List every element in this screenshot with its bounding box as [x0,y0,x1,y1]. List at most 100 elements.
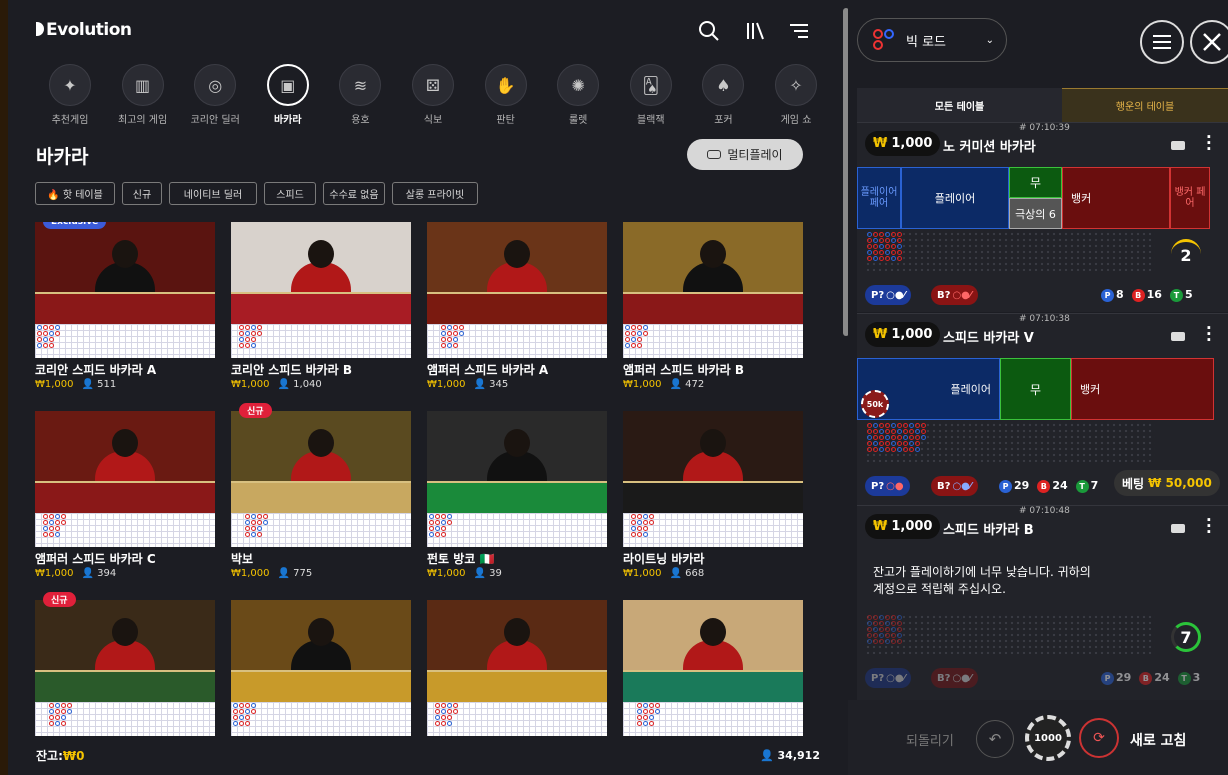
road-mark [49,331,54,336]
road-mark [867,423,872,428]
close-icon [1203,33,1221,51]
game-tile[interactable]: 라이트닝 바카라 ₩1,000 👤 668 [623,411,803,581]
close-button[interactable] [1190,20,1228,64]
banker-spot[interactable]: 뱅커 [1071,358,1214,420]
filter-button[interactable]: 🔥 핫 테이블 [35,182,115,205]
tab-all-tables[interactable]: 모든 테이블 [857,88,1062,122]
table-card[interactable]: # 07:10:39 ₩1,000 노 커미션 바카라 · · · 플레이어 페어 … [857,122,1228,312]
game-tile[interactable]: 코리안 스피드 바카라 B ₩1,000 👤 1,040 [231,222,411,392]
banker-pair-spot[interactable]: 뱅커 페어 [1170,167,1210,229]
road-mark [873,244,878,249]
refresh-button[interactable]: ⟳ [1079,718,1119,758]
category-dragon[interactable]: ≋ 용호 [324,64,396,126]
road-mark [55,715,60,720]
road-mark [55,709,60,714]
road-mark [637,709,642,714]
banker-predict[interactable]: B? ○●⁄ [931,285,978,305]
road-mark [49,325,54,330]
road-mark [435,514,440,519]
camera-icon[interactable] [1171,524,1185,533]
game-tile[interactable]: 펀토 방코 🇮🇹 ₩1,000 👤 39 [427,411,607,581]
road-mark [885,633,890,638]
tie-spot[interactable]: 무 [1009,167,1062,198]
dealer-head [308,240,334,268]
category-podium[interactable]: ▥ 최고의 게임 [107,64,179,126]
multiplay-button[interactable]: 멀티플레이 [687,139,803,170]
road-mark [885,639,890,644]
category-roulette[interactable]: ✺ 룰렛 [542,64,614,126]
game-tile[interactable]: 신규 박보 ₩1,000 👤 775 [231,403,411,581]
road-mark [631,337,636,342]
road-mark [873,441,878,446]
road-mark [61,703,66,708]
road-mark [55,703,60,708]
search-icon[interactable] [698,20,720,42]
category-dice[interactable]: ⚄ 식보 [397,64,469,126]
game-tile[interactable]: 앰퍼러 스피드 바카라 C ₩1,000 👤 394 [35,411,215,581]
game-table-felt [427,481,607,513]
menu-list-icon[interactable] [788,20,810,42]
banker-spot[interactable]: 뱅커 [1062,167,1170,229]
player-spot[interactable]: 플레이어 [901,167,1009,229]
game-thumbnail [231,222,411,324]
road-mark [897,423,902,428]
filter-button[interactable]: 신규 [122,182,162,205]
tie-spot[interactable]: 무 [1000,358,1071,420]
game-name: 박보 [231,552,254,566]
game-tile[interactable] [427,600,607,742]
road-mark [55,721,60,726]
road-mark [631,514,636,519]
menu-button[interactable] [1140,20,1184,64]
more-icon[interactable]: · · · [1206,321,1212,348]
filter-button[interactable]: 살롱 프라이빗 [392,182,478,205]
game-thumbnail [623,222,803,324]
game-thumbnail [427,600,607,702]
countdown: 7 [1171,622,1201,652]
more-icon[interactable]: · · · [1206,513,1212,540]
filter-button[interactable]: 네이티브 딜러 [169,182,257,205]
category-cards[interactable]: 🂡 블랙잭 [615,64,687,126]
player-predict[interactable]: P? ○● [865,476,910,496]
game-table-felt [427,292,607,324]
undo-button[interactable]: ↶ [976,720,1014,758]
road-mark [459,325,464,330]
game-tile[interactable]: 신규 [35,592,215,742]
game-tile[interactable]: 앰퍼러 스피드 바카라 B ₩1,000 👤 472 [623,222,803,392]
category-roulette-chip[interactable]: ◎ 코리안 딜러 [179,64,251,126]
road-mark [897,615,902,620]
road-mark [637,526,642,531]
camera-icon[interactable] [1171,141,1185,150]
tab-lucky-tables[interactable]: 행운의 테이블 [1062,88,1228,122]
road-mark [885,429,890,434]
road-mark [453,709,458,714]
game-tile[interactable]: Exclusive 코리안 스피드 바카라 A ₩1,000👤 511 [35,222,215,392]
road-mark [643,520,648,525]
category-sparkle[interactable]: ✦ 추천게임 [34,64,106,126]
chip-selector[interactable]: 1000 [1025,715,1071,761]
filter-button[interactable]: 스피드 [264,182,316,205]
game-tile[interactable] [623,600,803,742]
player-predict[interactable]: P? ○●⁄ [865,285,912,305]
category-baccarat-table[interactable]: ▣ 바카라 [252,64,324,126]
game-tile[interactable]: 앰퍼러 스피드 바카라 A ₩1,000 👤 345 [427,222,607,392]
stats: P 29 B 24 T7 [999,479,1098,493]
road-selector[interactable]: 빅 로드 ⌄ [857,18,1007,62]
game-meta: ₩1,000 👤 394 [35,568,117,579]
more-icon[interactable]: · · · [1206,130,1212,157]
player-predict[interactable]: P? ○●⁄ [865,668,912,688]
library-icon[interactable] [744,20,766,42]
filter-button[interactable]: 수수료 없음 [323,182,385,205]
road-mark [885,232,890,237]
category-poker[interactable]: ♠ 포커 [687,64,759,126]
game-tile[interactable] [231,600,411,742]
road-mark [263,514,268,519]
camera-icon[interactable] [1171,332,1185,341]
category-hand[interactable]: ✋ 판탄 [470,64,542,126]
road-mark [257,331,262,336]
super-six-spot[interactable]: 극상의 6 [1009,198,1062,229]
banker-predict[interactable]: B? ○●⁄ [931,668,978,688]
category-mic[interactable]: ✧ 게임 쇼 [760,64,832,126]
player-pair-spot[interactable]: 플레이어 페어 [857,167,901,229]
banker-predict[interactable]: B? ○●⁄ [931,476,978,496]
table-card[interactable]: # 07:10:48 ₩1,000 스피드 바카라 B · · · 잔고가 플레이하… [857,505,1228,700]
